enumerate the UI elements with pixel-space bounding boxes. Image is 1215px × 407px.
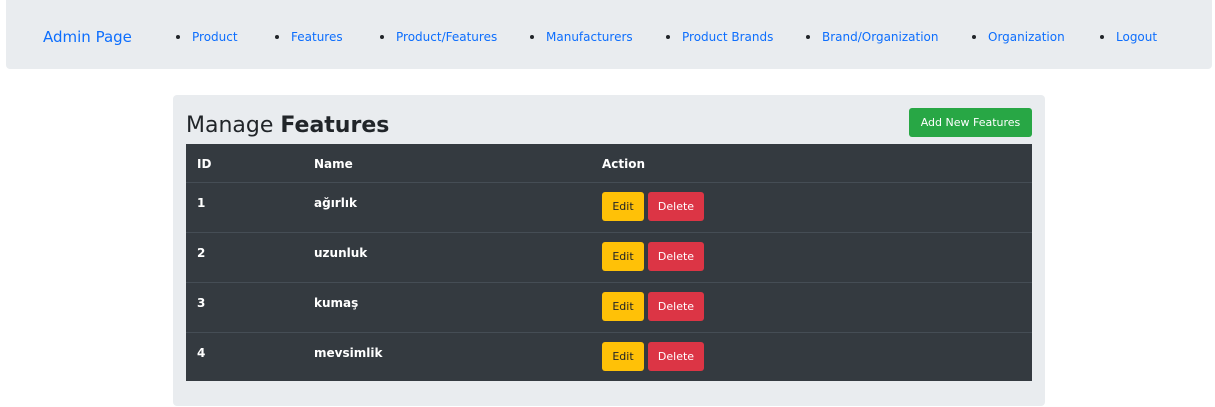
nav-item-product-features[interactable]: Product/Features bbox=[380, 29, 497, 45]
navbar: Admin Page Product Features Product/Feat… bbox=[6, 0, 1212, 69]
bullet-icon bbox=[530, 34, 534, 39]
page-title-prefix: Manage bbox=[186, 113, 274, 138]
header-name: Name bbox=[314, 157, 353, 171]
nav-item-organization[interactable]: Organization bbox=[972, 29, 1065, 45]
table-header-row: ID Name Action bbox=[186, 144, 1032, 183]
bullet-icon bbox=[275, 34, 279, 39]
delete-button[interactable]: Delete bbox=[648, 292, 704, 321]
cell-name: ağırlık bbox=[314, 196, 357, 210]
delete-button[interactable]: Delete bbox=[648, 342, 704, 371]
nav-item-manufacturers[interactable]: Manufacturers bbox=[530, 29, 633, 45]
delete-button[interactable]: Delete bbox=[648, 192, 704, 221]
cell-name: uzunluk bbox=[314, 246, 368, 260]
edit-button[interactable]: Edit bbox=[602, 342, 644, 371]
bullet-icon bbox=[972, 34, 976, 39]
page-title-bold: Features bbox=[280, 113, 390, 138]
brand-link[interactable]: Admin Page bbox=[43, 27, 132, 47]
edit-button[interactable]: Edit bbox=[602, 192, 644, 221]
nav-item-label: Product bbox=[192, 30, 238, 44]
bullet-icon bbox=[1100, 34, 1104, 39]
nav-item-product[interactable]: Product bbox=[176, 29, 238, 45]
nav-item-label: Brand/Organization bbox=[822, 30, 939, 44]
bullet-icon bbox=[380, 34, 384, 39]
delete-button[interactable]: Delete bbox=[648, 242, 704, 271]
table-row: 1 ağırlık Edit Delete bbox=[186, 183, 1032, 233]
table-row: 3 kumaş Edit Delete bbox=[186, 283, 1032, 333]
nav-item-features[interactable]: Features bbox=[275, 29, 343, 45]
bullet-icon bbox=[666, 34, 670, 39]
bullet-icon bbox=[176, 34, 180, 39]
nav-item-label: Product/Features bbox=[396, 30, 498, 44]
header-id: ID bbox=[197, 157, 212, 171]
cell-id: 2 bbox=[197, 246, 206, 260]
page-title: Manage Features bbox=[186, 112, 389, 140]
nav-item-label: Logout bbox=[1116, 30, 1158, 44]
nav-item-label: Manufacturers bbox=[546, 30, 633, 44]
features-card: Manage Features Add New Features ID Name… bbox=[173, 95, 1045, 406]
cell-name: kumaş bbox=[314, 296, 359, 310]
nav-item-brand-organization[interactable]: Brand/Organization bbox=[806, 29, 939, 45]
bullet-icon bbox=[806, 34, 810, 39]
header-action: Action bbox=[602, 157, 646, 171]
features-table: ID Name Action 1 ağırlık Edit Delete 2 u… bbox=[186, 144, 1032, 381]
nav-item-product-brands[interactable]: Product Brands bbox=[666, 29, 773, 45]
cell-id: 4 bbox=[197, 346, 206, 360]
nav-item-label: Product Brands bbox=[682, 30, 774, 44]
nav-item-label: Organization bbox=[988, 30, 1065, 44]
nav-item-label: Features bbox=[291, 30, 343, 44]
table-row: 4 mevsimlik Edit Delete bbox=[186, 333, 1032, 381]
nav-item-logout[interactable]: Logout bbox=[1100, 29, 1157, 45]
cell-id: 1 bbox=[197, 196, 206, 210]
cell-id: 3 bbox=[197, 296, 206, 310]
table-row: 2 uzunluk Edit Delete bbox=[186, 233, 1032, 283]
add-new-features-button[interactable]: Add New Features bbox=[909, 108, 1032, 137]
edit-button[interactable]: Edit bbox=[602, 292, 644, 321]
cell-name: mevsimlik bbox=[314, 346, 383, 360]
edit-button[interactable]: Edit bbox=[602, 242, 644, 271]
